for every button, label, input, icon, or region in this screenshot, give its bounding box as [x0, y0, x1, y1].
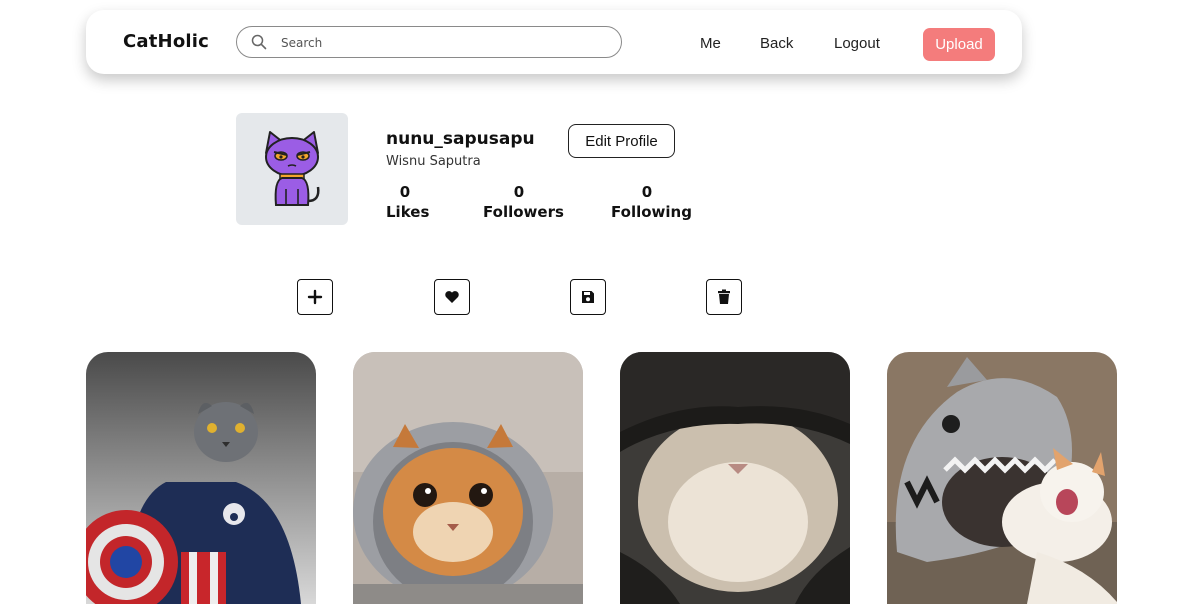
upload-button[interactable]: Upload — [923, 28, 995, 61]
trash-icon — [718, 289, 730, 304]
orange-cat-hood-photo — [353, 352, 583, 604]
stat-likes-value: 0 — [399, 183, 411, 201]
plus-icon — [307, 289, 323, 305]
delete-posts-button[interactable] — [706, 279, 742, 315]
navbar: CatHolic Me Back Logout Upload — [86, 10, 1022, 74]
nav-link-logout[interactable]: Logout — [834, 35, 880, 52]
heart-icon — [445, 291, 459, 303]
stat-following-value: 0 — [641, 183, 653, 201]
cat-beanie-photo — [620, 352, 850, 604]
nav-link-back[interactable]: Back — [760, 35, 793, 52]
liked-posts-button[interactable] — [434, 279, 470, 315]
gallery-photo-3[interactable] — [620, 352, 850, 604]
avatar — [236, 113, 348, 225]
add-post-button[interactable] — [297, 279, 333, 315]
stat-followers-label: Followers — [483, 203, 564, 221]
cat-captain-photo — [86, 352, 316, 604]
gallery-photo-2[interactable] — [353, 352, 583, 604]
search-input[interactable] — [279, 33, 603, 53]
save-icon — [582, 291, 594, 303]
search-icon — [251, 34, 267, 50]
gallery-photo-4[interactable] — [887, 352, 1117, 604]
brand-logo[interactable]: CatHolic — [123, 31, 209, 52]
purple-cat-avatar-icon — [265, 131, 320, 206]
nav-link-me[interactable]: Me — [700, 35, 721, 52]
profile-full-name: Wisnu Saputra — [386, 154, 481, 169]
profile-username: nunu_sapusapu — [386, 129, 535, 149]
kitten-shark-bed-photo — [887, 352, 1117, 604]
edit-profile-button[interactable]: Edit Profile — [568, 124, 675, 158]
saved-posts-button[interactable] — [570, 279, 606, 315]
stat-likes-label: Likes — [386, 203, 430, 221]
stat-likes: 0 Likes — [386, 183, 430, 221]
search-bar[interactable] — [236, 26, 622, 58]
stat-following-label: Following — [611, 203, 692, 221]
stat-followers[interactable]: 0 Followers — [483, 183, 564, 221]
stat-followers-value: 0 — [513, 183, 525, 201]
stat-following[interactable]: 0 Following — [611, 183, 692, 221]
gallery-photo-1[interactable] — [86, 352, 316, 604]
